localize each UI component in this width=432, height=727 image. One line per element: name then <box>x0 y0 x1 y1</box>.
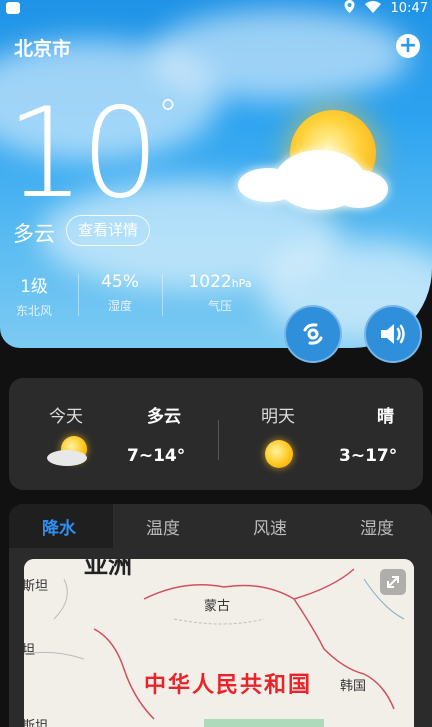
map-label-kazakhstan: 斯坦 <box>24 579 49 594</box>
pressure-stat: 1022hPa 气压 <box>182 272 258 314</box>
stat-divider <box>162 274 163 316</box>
partly-cloudy-icon <box>47 436 91 470</box>
today-condition: 多云 <box>147 407 181 427</box>
speaker-icon <box>381 324 405 344</box>
pressure-unit: hPa <box>231 277 252 290</box>
stat-divider <box>78 274 79 316</box>
weather-screen: 10:47 北京市 + 10 ° 多云 查看详情 1级 东北风 45% 湿度 1… <box>0 0 432 727</box>
current-weather-hero: 10:47 北京市 + 10 ° 多云 查看详情 1级 东北风 45% 湿度 1… <box>0 0 432 348</box>
tomorrow-condition: 晴 <box>377 407 394 427</box>
view-details-button[interactable]: 查看详情 <box>66 215 150 246</box>
expand-icon <box>387 576 399 588</box>
wind-direction: 东北风 <box>15 304 52 318</box>
current-condition: 多云 <box>13 222 55 246</box>
map-label-asia: 亚洲 <box>84 559 132 579</box>
map-label-china: 中华人民共和国 <box>144 673 313 698</box>
tab-wind-speed[interactable]: 风速 <box>253 514 287 539</box>
typhoon-button[interactable] <box>284 305 342 363</box>
map-label-mongolia: 蒙古 <box>204 599 231 614</box>
background-cloud <box>150 10 410 100</box>
sun-icon <box>265 440 293 468</box>
humidity-value: 45% <box>101 272 139 292</box>
expand-map-button[interactable] <box>380 569 406 595</box>
map-borders <box>24 559 414 727</box>
tab-temperature[interactable]: 温度 <box>146 514 180 539</box>
today-label: 今天 <box>49 407 83 427</box>
plus-circle-icon[interactable]: + <box>396 34 420 58</box>
wind-stat: 1级 东北风 <box>14 272 54 319</box>
pressure-label: 气压 <box>207 299 232 313</box>
wifi-icon <box>364 0 381 17</box>
wind-level: 1级 <box>20 277 48 297</box>
humidity-stat: 45% 湿度 <box>98 272 142 314</box>
pressure-value: 1022 <box>188 272 232 292</box>
status-time: 10:47 <box>390 1 428 16</box>
map-label-korea: 韩国 <box>340 679 367 694</box>
weather-map-card: 降水 温度 风速 湿度 亚洲 斯坦 蒙古 坦 斯坦 中华人民共和国 韩国 <box>9 504 432 727</box>
map-label-west-2: 斯坦 <box>24 719 49 727</box>
status-bar: 10:47 <box>0 0 432 18</box>
degree-symbol: ° <box>158 92 178 138</box>
tomorrow-temp-range: 3~17° <box>339 446 398 466</box>
humidity-label: 湿度 <box>107 299 132 313</box>
forecast-divider <box>218 420 219 460</box>
two-day-forecast-card[interactable]: 今天 多云 7~14° 明天 晴 3~17° <box>9 378 423 490</box>
city-name[interactable]: 北京市 <box>14 34 71 61</box>
tomorrow-label: 明天 <box>261 407 295 427</box>
notification-icon <box>6 2 20 14</box>
tab-precipitation[interactable]: 降水 <box>42 514 76 539</box>
cloud-icon <box>330 170 388 208</box>
today-temp-range: 7~14° <box>127 446 186 466</box>
current-stats: 1级 东北风 45% 湿度 1022hPa 气压 <box>0 272 280 322</box>
location-icon <box>344 0 355 17</box>
typhoon-icon <box>303 323 323 345</box>
map-label-west-1: 坦 <box>24 643 36 658</box>
tab-humidity[interactable]: 湿度 <box>360 514 394 539</box>
precipitation-map[interactable]: 亚洲 斯坦 蒙古 坦 斯坦 中华人民共和国 韩国 <box>24 559 414 727</box>
voice-broadcast-button[interactable] <box>364 305 422 363</box>
current-temperature: 10 <box>6 82 160 226</box>
